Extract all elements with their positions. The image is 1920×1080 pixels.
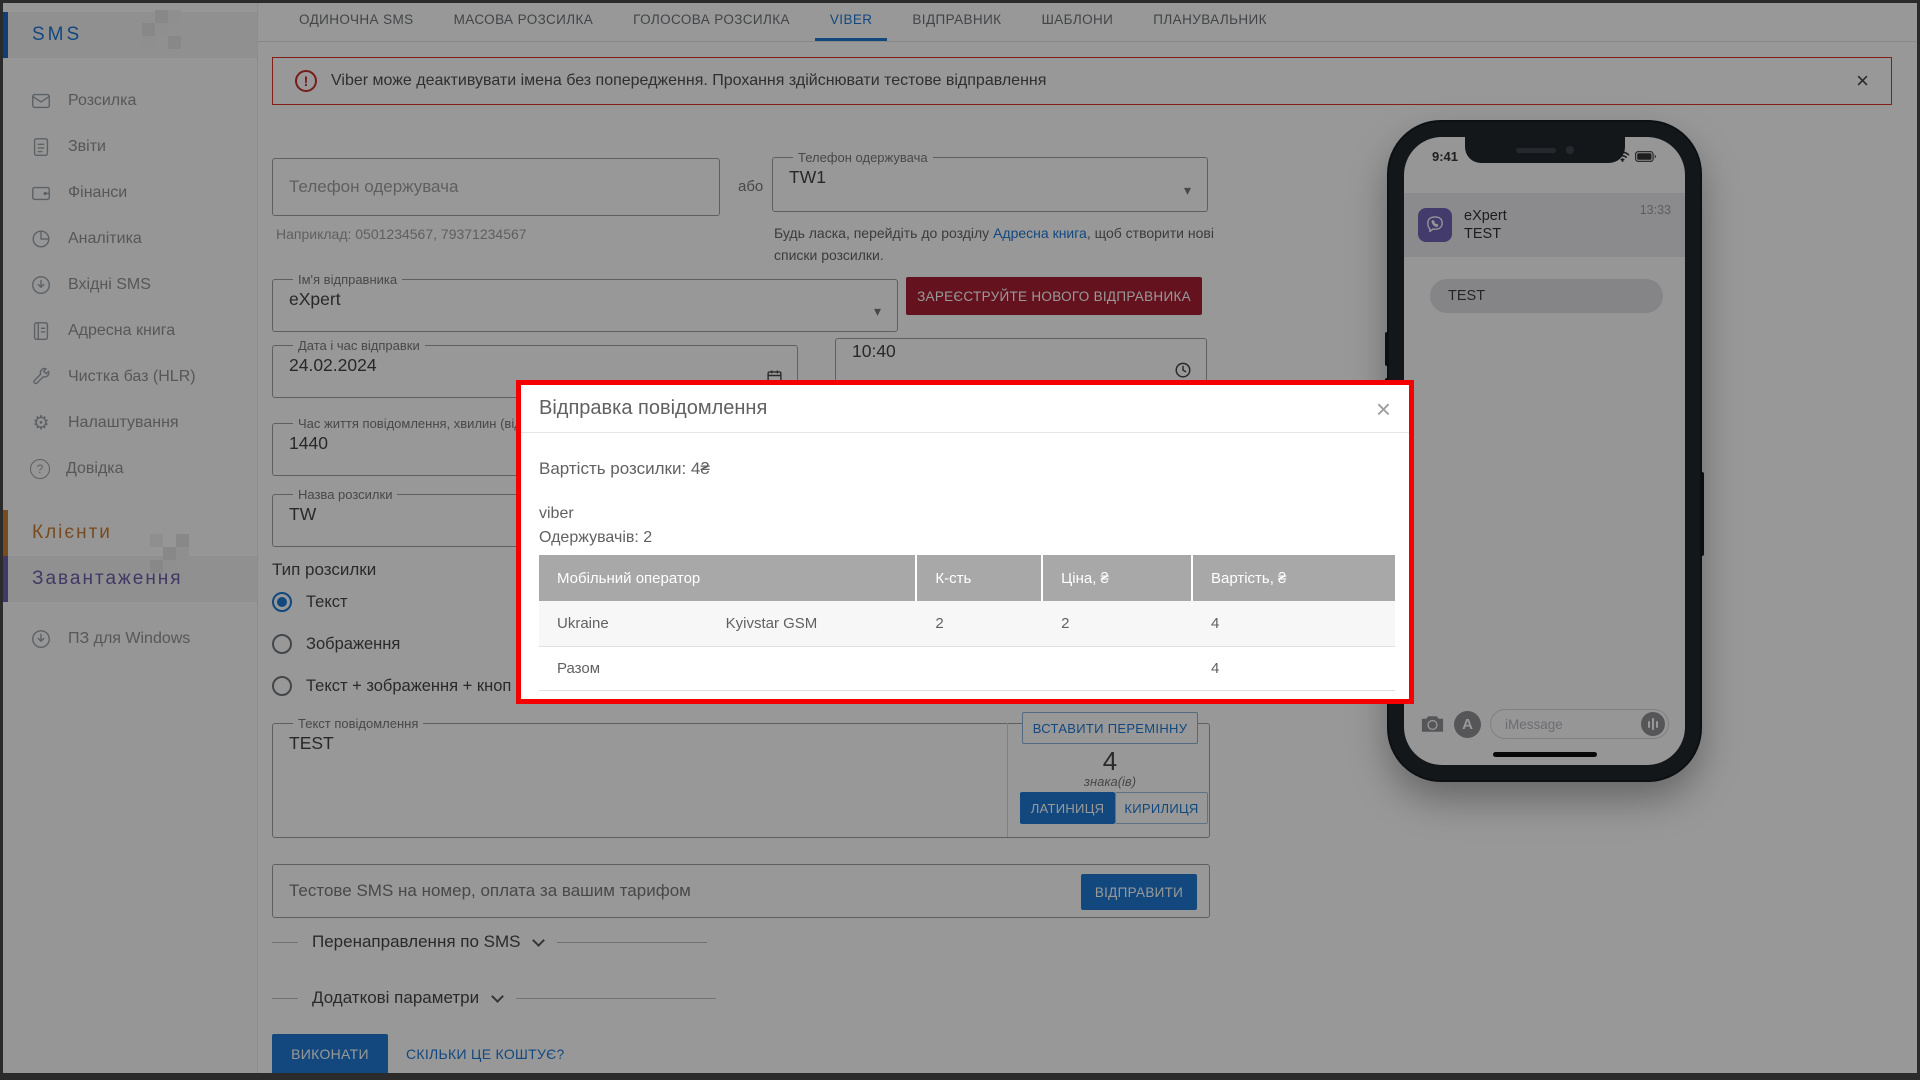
modal-recipients-line: Одержувачів: 2 [539, 529, 1391, 547]
col-operator: Мобільний оператор [539, 555, 917, 601]
cost-table: Мобільний оператор К-сть Ціна, ₴ Вартіст… [539, 555, 1395, 691]
cell-total-cost: 4 [1193, 660, 1395, 677]
modal-channel: viber [539, 505, 1391, 523]
cost-table-header: Мобільний оператор К-сть Ціна, ₴ Вартіст… [539, 555, 1395, 601]
cell-count: 2 [917, 615, 1043, 632]
cell-total-label: Разом [539, 660, 708, 677]
cell-country: Ukraine [539, 615, 708, 632]
table-row: Ukraine Kyivstar GSM 2 2 4 [539, 601, 1395, 646]
modal-cost-line: Вартість розсилки: 4₴ [539, 459, 1391, 479]
cell-cost: 4 [1193, 615, 1395, 632]
send-confirmation-modal: Відправка повідомлення × Вартість розсил… [516, 380, 1414, 704]
col-price: Ціна, ₴ [1043, 555, 1193, 601]
col-cost: Вартість, ₴ [1193, 555, 1395, 601]
modal-close-icon[interactable]: × [1376, 396, 1391, 422]
modal-body: Вартість розсилки: 4₴ viber Одержувачів:… [521, 433, 1409, 691]
modal-header: Відправка повідомлення × [521, 385, 1409, 433]
cell-price: 2 [1043, 615, 1193, 632]
table-total-row: Разом 4 [539, 646, 1395, 691]
cell-operator: Kyivstar GSM [708, 615, 918, 632]
col-count: К-сть [917, 555, 1043, 601]
modal-title: Відправка повідомлення [539, 397, 767, 420]
